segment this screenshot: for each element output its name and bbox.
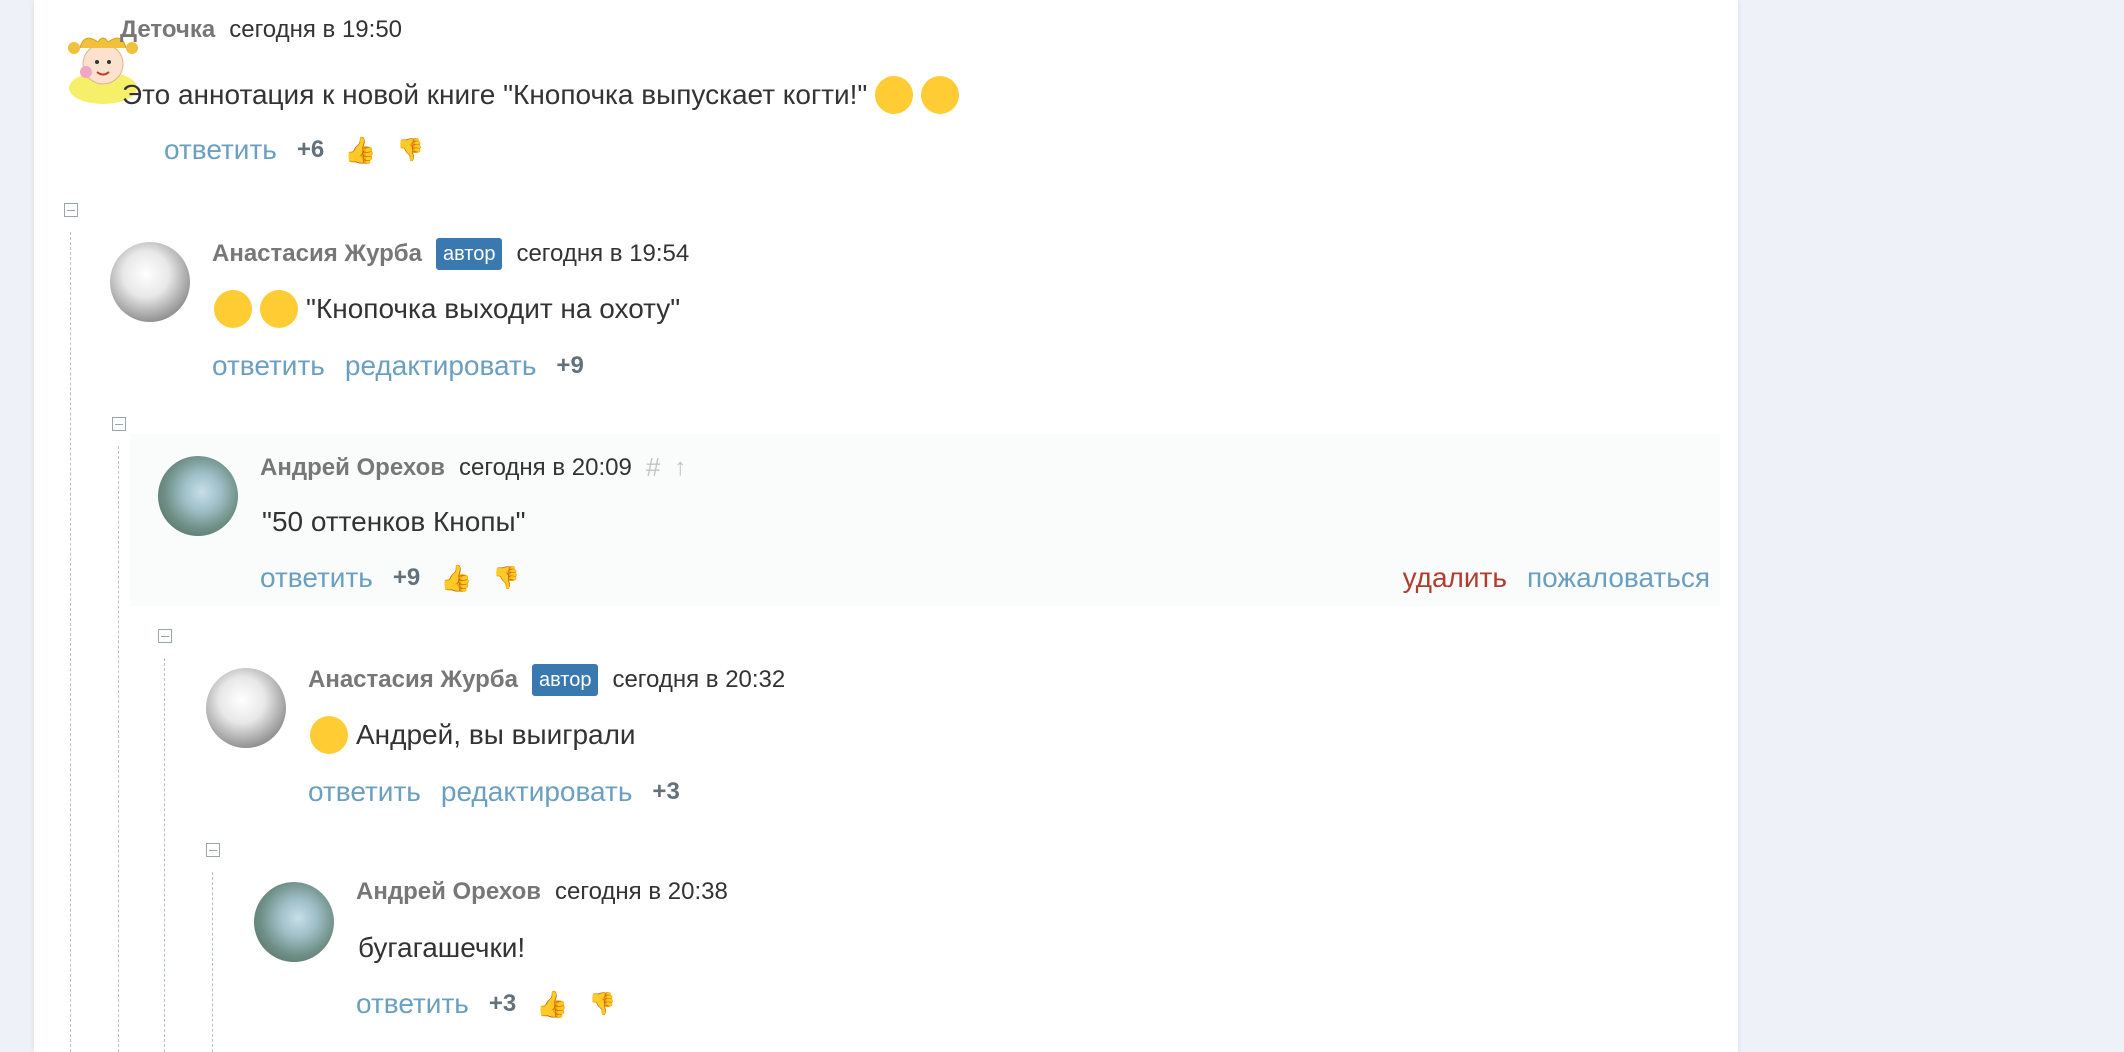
comments-panel: Деточка сегодня в 19:50 Это аннотация к …	[34, 0, 1738, 1052]
delete-link[interactable]: удалить	[1403, 562, 1507, 594]
vote-score: +3	[488, 990, 517, 1017]
moderation-actions: удалить пожаловаться	[1403, 562, 1710, 594]
comment-header: Деточка сегодня в 19:50	[120, 16, 402, 44]
avatar[interactable]	[158, 456, 238, 536]
comment-body: бугагашечки!	[358, 932, 525, 964]
vote-score: +6	[296, 136, 325, 163]
comment-author[interactable]: Деточка	[120, 16, 215, 44]
comment-actions: ответить редактировать +9	[212, 350, 584, 382]
reply-link[interactable]: ответить	[164, 134, 277, 166]
comment-text: бугагашечки!	[358, 932, 526, 963]
comment-time[interactable]: сегодня в 20:32	[612, 666, 785, 694]
thread-line	[164, 658, 165, 1052]
thumbs-down-icon[interactable]: 👎	[493, 565, 520, 591]
reply-link[interactable]: ответить	[356, 988, 469, 1020]
thread-line	[70, 232, 71, 1052]
comment-header: Андрей Орехов сегодня в 20:09 # ↑	[260, 452, 686, 483]
comment-text: "50 оттенков Кнопы"	[262, 506, 526, 537]
comment-header: Андрей Орехов сегодня в 20:38	[356, 878, 728, 906]
comment-actions: ответить +3 👍 👎	[356, 988, 616, 1020]
edit-link[interactable]: редактировать	[345, 350, 537, 382]
thumbs-up-icon[interactable]: 👍	[536, 989, 568, 1020]
comment-text: "Кнопочка выходит на охоту"	[306, 293, 681, 324]
comment-time[interactable]: сегодня в 19:54	[516, 240, 689, 268]
comment-body: "50 оттенков Кнопы"	[262, 506, 526, 538]
comment-time[interactable]: сегодня в 19:50	[229, 16, 402, 44]
permalink-hash-icon[interactable]: #	[646, 452, 660, 483]
comment-body: "Кнопочка выходит на охоту"	[214, 290, 680, 328]
comment-actions: ответить +6 👍 👎	[164, 134, 424, 166]
thread-line	[212, 872, 213, 1052]
report-link[interactable]: пожаловаться	[1527, 562, 1710, 594]
comment-author[interactable]: Андрей Орехов	[260, 454, 445, 482]
thumbs-up-icon[interactable]: 👍	[440, 563, 472, 594]
parent-arrow-icon[interactable]: ↑	[674, 454, 686, 482]
comment-header: Анастасия Журба автор сегодня в 19:54	[212, 238, 689, 270]
author-badge: автор	[531, 664, 599, 696]
comment-text: Это аннотация к новой книге "Кнопочка вы…	[122, 79, 868, 110]
comment-actions: ответить редактировать +3	[308, 776, 680, 808]
thumbs-down-icon[interactable]: 👎	[589, 991, 616, 1017]
thumbs-up-icon[interactable]: 👍	[344, 135, 376, 166]
edit-link[interactable]: редактировать	[441, 776, 633, 808]
tongue-out-emoji-icon	[921, 76, 960, 114]
reply-link[interactable]: ответить	[212, 350, 325, 382]
laughing-tears-emoji-icon	[260, 290, 298, 328]
comment-text: Андрей, вы выиграли	[356, 719, 636, 750]
collapse-thread-toggle[interactable]	[64, 203, 78, 217]
avatar[interactable]	[206, 668, 286, 748]
collapse-thread-toggle[interactable]	[112, 417, 126, 431]
avatar[interactable]	[254, 882, 334, 962]
collapse-thread-toggle[interactable]	[158, 629, 172, 643]
comment-author[interactable]: Анастасия Журба	[212, 240, 422, 268]
thread-line	[118, 446, 119, 1052]
comment-header: Анастасия Журба автор сегодня в 20:32	[308, 664, 785, 696]
laughing-tears-emoji-icon	[214, 290, 252, 328]
laughing-tears-emoji-icon	[310, 716, 348, 754]
comment-actions: ответить +9 👍 👎	[260, 562, 520, 594]
reply-link[interactable]: ответить	[260, 562, 373, 594]
comment-time[interactable]: сегодня в 20:09	[459, 454, 632, 482]
author-badge: автор	[435, 238, 503, 270]
collapse-thread-toggle[interactable]	[206, 843, 220, 857]
reply-link[interactable]: ответить	[308, 776, 421, 808]
comment-author[interactable]: Андрей Орехов	[356, 878, 541, 906]
comment-time[interactable]: сегодня в 20:38	[555, 878, 728, 906]
comment-body: Это аннотация к новой книге "Кнопочка вы…	[122, 76, 960, 114]
laughing-tears-emoji-icon	[875, 76, 914, 114]
avatar[interactable]	[110, 242, 190, 322]
vote-score: +3	[652, 778, 680, 805]
thumbs-down-icon[interactable]: 👎	[397, 137, 424, 163]
comment-body: Андрей, вы выиграли	[310, 716, 636, 754]
comment-author[interactable]: Анастасия Журба	[308, 666, 518, 694]
vote-score: +9	[556, 352, 584, 379]
vote-score: +9	[392, 564, 421, 591]
